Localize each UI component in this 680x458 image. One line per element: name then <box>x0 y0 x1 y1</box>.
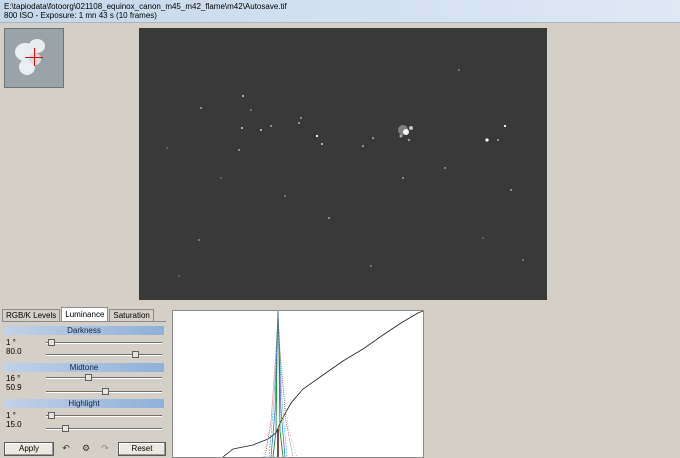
settings-icon[interactable]: ⚙ <box>80 442 92 454</box>
midtone-slider-1[interactable] <box>46 374 162 381</box>
reset-button[interactable]: Reset <box>118 442 166 456</box>
image-viewer[interactable] <box>139 28 547 300</box>
highlight-slider-2[interactable] <box>46 425 162 432</box>
highlight-header: Highlight <box>4 399 164 408</box>
darkness-header: Darkness <box>4 326 164 335</box>
apply-button[interactable]: Apply <box>4 442 54 456</box>
luminance-curve <box>222 311 423 457</box>
undo-icon[interactable]: ↶ <box>60 442 72 454</box>
redo-icon[interactable]: ↷ <box>99 442 111 454</box>
slider-thumb[interactable] <box>48 412 55 419</box>
darkness-slider-1[interactable] <box>46 339 162 346</box>
darkness-value-2: 80.0 <box>6 347 22 356</box>
midtone-value-1: 16 ° <box>6 374 21 383</box>
slider-thumb[interactable] <box>62 425 69 432</box>
highlight-value-1: 1 ° <box>6 411 16 420</box>
histogram-panel <box>172 310 424 458</box>
darkness-slider-2[interactable] <box>46 351 162 358</box>
luminance-panel: Darkness 1 ° 80.0 Midtone 16 ° 50.9 High… <box>2 321 166 457</box>
slider-thumb[interactable] <box>132 351 139 358</box>
slider-thumb[interactable] <box>102 388 109 395</box>
highlight-slider-1[interactable] <box>46 412 162 419</box>
midtone-header: Midtone <box>4 363 164 372</box>
exposure-info: 800 ISO - Exposure: 1 mn 43 s (10 frames… <box>4 11 157 20</box>
slider-thumb[interactable] <box>85 374 92 381</box>
midtone-value-2: 50.9 <box>6 383 22 392</box>
preview-thumbnail[interactable] <box>4 28 64 88</box>
highlight-value-2: 15.0 <box>6 420 22 429</box>
slider-thumb[interactable] <box>48 339 55 346</box>
title-bar: E:\tapiodata\fotoorg\021108_equinox_cano… <box>0 0 680 23</box>
file-path: E:\tapiodata\fotoorg\021108_equinox_cano… <box>4 2 287 11</box>
tab-luminance[interactable]: Luminance <box>61 307 109 322</box>
adjustment-tabs: RGB/K Levels Luminance Saturation <box>2 307 155 322</box>
midtone-slider-2[interactable] <box>46 388 162 395</box>
histogram-graph <box>222 311 423 457</box>
darkness-value-1: 1 ° <box>6 338 16 347</box>
star-field <box>166 69 524 277</box>
